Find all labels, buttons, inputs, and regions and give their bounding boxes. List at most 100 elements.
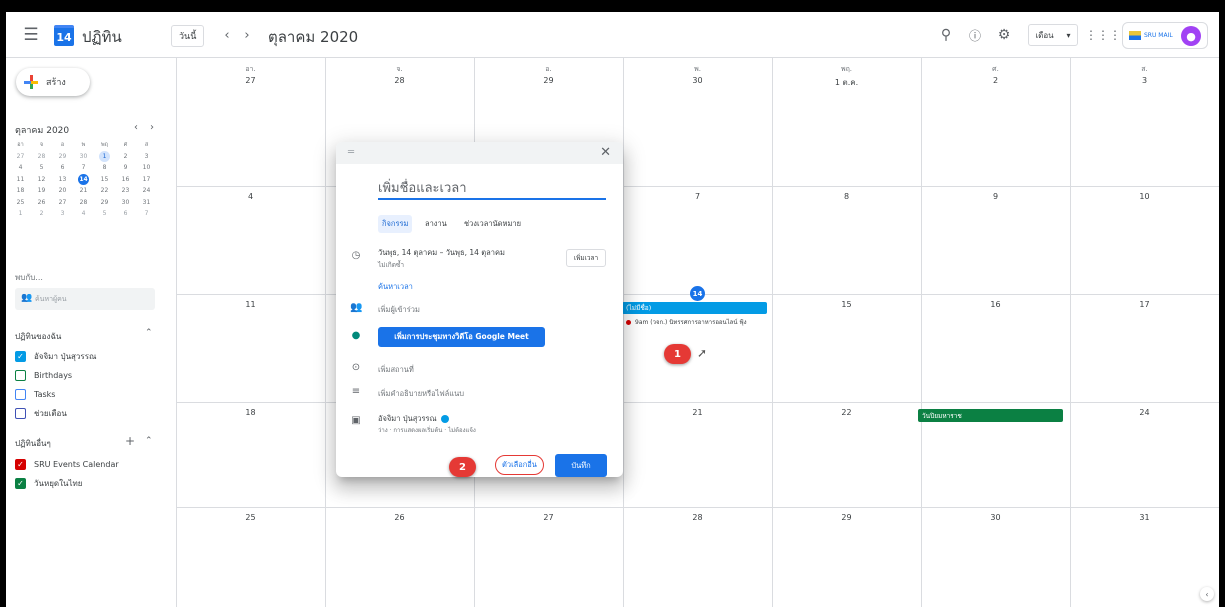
mini-day[interactable]: 4 <box>10 162 31 174</box>
apps-grid-icon[interactable]: ⋮⋮⋮ <box>1085 25 1121 45</box>
mini-day[interactable]: 30 <box>115 197 136 209</box>
mini-day[interactable]: 2 <box>115 151 136 163</box>
mini-day[interactable]: 26 <box>31 197 52 209</box>
mini-day[interactable]: 9 <box>115 162 136 174</box>
checkbox[interactable]: ✓ <box>15 477 26 489</box>
dialog-drag-bar[interactable]: ═ ✕ <box>336 142 623 164</box>
chevron-left-icon[interactable]: ‹ <box>134 122 138 133</box>
mini-day[interactable]: 3 <box>52 208 73 220</box>
chevron-up-icon[interactable]: ⌃ <box>145 436 153 446</box>
day-number[interactable]: 25 <box>176 513 325 522</box>
mini-day[interactable]: 28 <box>73 197 94 209</box>
tab-event[interactable]: กิจกรรม <box>378 215 413 233</box>
availability-status[interactable]: ว่าง · การแสดงผลเริ่มต้น · ไม่ต้องแจ้ง <box>378 425 476 435</box>
today-button[interactable]: วันนี้ <box>171 25 205 47</box>
today-date[interactable]: 14 <box>690 286 705 301</box>
avatar[interactable]: ● <box>1181 26 1201 46</box>
mini-day[interactable]: 29 <box>52 151 73 163</box>
mini-day[interactable]: 22 <box>94 185 115 197</box>
day-number[interactable]: 24 <box>1070 408 1219 417</box>
mini-day[interactable]: 27 <box>10 151 31 163</box>
add-location-field[interactable]: เพิ่มสถานที่ <box>378 364 414 376</box>
mini-day[interactable]: 17 <box>136 174 157 186</box>
search-icon[interactable]: ⚲ <box>936 25 956 45</box>
mini-day[interactable]: 25 <box>10 197 31 209</box>
add-guests-field[interactable]: เพิ่มผู้เข้าร่วม <box>378 304 420 316</box>
event-title-input[interactable] <box>378 178 606 200</box>
calendar-list-item[interactable]: Birthdays <box>15 368 72 382</box>
day-number[interactable]: 26 <box>325 513 474 522</box>
day-number[interactable]: 27 <box>474 513 623 522</box>
mini-day[interactable]: 6 <box>52 162 73 174</box>
mini-day[interactable]: 10 <box>136 162 157 174</box>
add-calendar-icon[interactable]: + <box>125 434 135 448</box>
mini-day[interactable]: 20 <box>52 185 73 197</box>
tab-appointment-slots[interactable]: ช่วงเวลานัดหมาย <box>460 215 525 233</box>
mini-day[interactable]: 24 <box>136 185 157 197</box>
mini-day[interactable]: 1 <box>94 150 115 163</box>
day-number[interactable]: 22 <box>772 408 921 417</box>
mini-day[interactable]: 5 <box>31 162 52 174</box>
mini-day[interactable]: 4 <box>73 208 94 220</box>
add-description-field[interactable]: เพิ่มคำอธิบายหรือไฟล์แนบ <box>378 388 464 400</box>
add-meet-button[interactable]: เพิ่มการประชุมทางวิดีโอ Google Meet <box>378 327 545 347</box>
calendar-list-item[interactable]: Tasks <box>15 387 55 401</box>
save-button[interactable]: บันทึก <box>555 454 607 477</box>
calendar-list-item[interactable]: ✓ อัจจิมา ปุ่นสุวรรณ <box>15 349 96 363</box>
mini-day[interactable]: 1 <box>10 208 31 220</box>
day-number[interactable]: 7 <box>623 192 772 201</box>
more-options-button[interactable]: ตัวเลือกอื่น <box>495 455 544 475</box>
mini-day[interactable]: 31 <box>136 197 157 209</box>
mini-day[interactable]: 27 <box>52 197 73 209</box>
mini-day[interactable]: 18 <box>10 185 31 197</box>
mini-day[interactable]: 6 <box>115 208 136 220</box>
day-number[interactable]: 4 <box>176 192 325 201</box>
tab-out-of-office[interactable]: ลางาน <box>421 215 451 233</box>
mini-day[interactable]: 16 <box>115 174 136 186</box>
day-number[interactable]: 28 <box>623 513 772 522</box>
mini-day[interactable]: 8 <box>94 162 115 174</box>
calendar-list-item[interactable]: ✓ วันหยุดในไทย <box>15 476 82 490</box>
mini-day[interactable]: 28 <box>31 151 52 163</box>
mini-day[interactable]: 19 <box>31 185 52 197</box>
chevron-left-icon[interactable]: ‹ <box>219 26 235 44</box>
drag-handle-icon[interactable]: ═ <box>348 147 354 158</box>
day-number[interactable]: 17 <box>1070 300 1219 309</box>
day-number[interactable]: 18 <box>176 408 325 417</box>
day-number[interactable]: 27 <box>176 76 325 85</box>
day-number[interactable]: 2 <box>921 76 1070 85</box>
day-number[interactable]: 28 <box>325 76 474 85</box>
mini-day[interactable]: 13 <box>52 174 73 186</box>
day-number[interactable]: 31 <box>1070 513 1219 522</box>
day-number[interactable]: 15 <box>772 300 921 309</box>
day-number[interactable]: 1 ต.ค. <box>772 76 921 89</box>
chevron-right-icon[interactable]: › <box>150 122 154 133</box>
find-time-link[interactable]: ค้นหาเวลา <box>378 281 413 293</box>
day-number[interactable]: 11 <box>176 300 325 309</box>
checkbox[interactable]: ✓ <box>15 458 26 470</box>
holiday-chip[interactable]: วันปิยมหาราช <box>918 409 1063 422</box>
calendar-list-item[interactable]: ช่วยเตือน <box>15 406 67 420</box>
date-range[interactable]: วันพุธ, 14 ตุลาคม – วันพุธ, 14 ตุลาคม <box>378 247 505 259</box>
day-number[interactable]: 10 <box>1070 192 1219 201</box>
mini-day[interactable]: 2 <box>31 208 52 220</box>
checkbox[interactable] <box>15 369 26 381</box>
day-number[interactable]: 30 <box>921 513 1070 522</box>
mini-day[interactable]: 30 <box>73 151 94 163</box>
new-event-chip[interactable]: (ไม่มีชื่อ) <box>622 302 767 314</box>
mini-day[interactable]: 7 <box>136 208 157 220</box>
day-number[interactable]: 8 <box>772 192 921 201</box>
mini-day[interactable]: 29 <box>94 197 115 209</box>
day-number[interactable]: 9 <box>921 192 1070 201</box>
mini-day[interactable]: 21 <box>73 185 94 197</box>
checkbox[interactable] <box>15 388 26 400</box>
mini-day[interactable]: 14 <box>73 173 94 186</box>
day-number[interactable]: 30 <box>623 76 772 85</box>
mini-day[interactable]: 5 <box>94 208 115 220</box>
checkbox[interactable]: ✓ <box>15 350 26 362</box>
chevron-right-icon[interactable]: › <box>239 26 255 44</box>
account-switcher[interactable]: SRU MAIL ● <box>1122 22 1208 49</box>
hamburger-menu-icon[interactable]: ☰ <box>20 24 42 46</box>
mini-day[interactable]: 3 <box>136 151 157 163</box>
event-item[interactable]: 9am (วจก.) นิทรรศการอาหารออนไลน์ ฟุ้ง <box>626 317 771 327</box>
